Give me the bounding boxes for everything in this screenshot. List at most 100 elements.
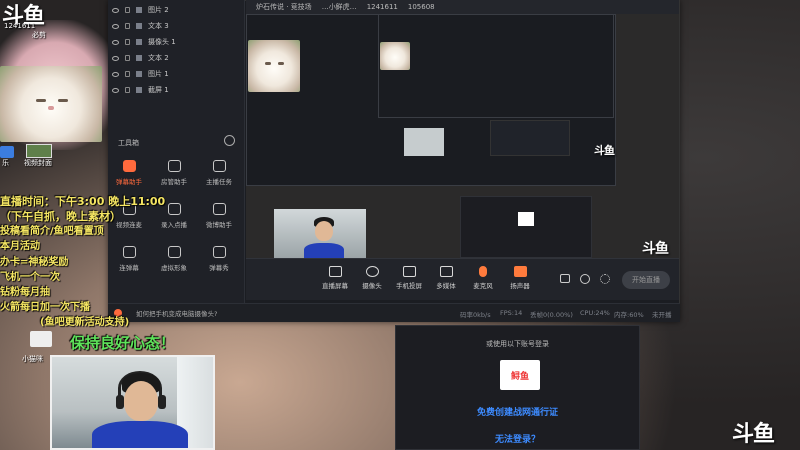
room-id: 1241611	[4, 22, 36, 30]
cat-photo	[0, 66, 102, 142]
lock-icon[interactable]	[125, 87, 130, 93]
lock-icon[interactable]	[125, 71, 130, 77]
lock-icon[interactable]	[125, 23, 130, 29]
overlay-line-3: 投稿看简介/鱼吧看置顶	[0, 226, 104, 237]
start-stream-button[interactable]: 开始直播	[622, 271, 670, 289]
nested-cat-photo-2	[380, 42, 410, 70]
tool-avatar[interactable]: 虚拟形象	[153, 246, 195, 280]
screen-capture-button[interactable]: 直播屏幕	[318, 266, 352, 296]
control-label: 多媒体	[436, 282, 456, 290]
layer-row[interactable]: 图片 1	[112, 66, 242, 82]
clock-icon[interactable]	[580, 274, 590, 284]
preview-login-logo	[518, 212, 534, 226]
good-mood-banner: 保持良好心态！	[70, 334, 176, 352]
preview-douyu-logo: 斗鱼	[642, 241, 669, 257]
mic-icon	[479, 266, 487, 277]
shortcut-label-1: 乐	[2, 159, 9, 167]
layer-row[interactable]: 文本 2	[112, 50, 242, 66]
tool-label: 连弹幕	[119, 264, 139, 272]
layer-name: 文本 3	[148, 22, 169, 30]
video-cover-icon[interactable]	[26, 144, 52, 158]
app-login-button[interactable]: 鲟鱼	[500, 360, 540, 390]
media-icon	[439, 266, 453, 277]
overlay-line-7: 钻粉每月抽	[0, 287, 50, 298]
cant-login-link[interactable]: 无法登录？	[395, 432, 640, 445]
nested-login	[490, 120, 570, 156]
image-layer-icon	[136, 71, 142, 77]
microphone-button[interactable]: 麦克风	[466, 266, 500, 296]
task-icon	[212, 160, 226, 172]
screen-icon	[328, 266, 342, 277]
layer-row[interactable]: 摄像头 1	[112, 34, 242, 50]
schedule-text: 直播时间：下午3:00 晚上11:00	[0, 195, 166, 208]
visibility-icon[interactable]	[112, 71, 119, 77]
toolbox-title: 工具箱	[118, 139, 139, 147]
chat-icon	[122, 246, 136, 258]
danmaku-icon	[122, 160, 136, 172]
settings-gear-icon[interactable]	[600, 274, 610, 284]
overlay-line-4: 本月活动	[0, 241, 40, 252]
nested-douyu-logo: 斗鱼	[594, 144, 615, 157]
phone-icon	[402, 266, 416, 277]
lock-icon[interactable]	[125, 55, 130, 61]
image-layer-icon	[136, 7, 142, 13]
visibility-icon[interactable]	[112, 23, 119, 29]
tool-show[interactable]: 弹幕秀	[198, 246, 240, 280]
tab-game[interactable]: 炉石传说 · 竞技场	[256, 2, 312, 12]
layer-name: 图片 1	[148, 70, 169, 78]
nested-inner-window	[378, 14, 614, 118]
preview-login-panel	[460, 196, 592, 258]
visibility-icon[interactable]	[112, 7, 119, 13]
tab-streamer[interactable]: …小鲜虎…	[322, 2, 357, 12]
small-nickname: 小猫咪	[22, 355, 43, 363]
tool-weibo[interactable]: 微博助手	[198, 203, 240, 237]
show-icon	[212, 246, 226, 258]
visibility-icon[interactable]	[112, 87, 119, 93]
register-link[interactable]: 免费创建战网通行证	[395, 405, 640, 418]
visibility-icon[interactable]	[112, 39, 119, 45]
camera-icon	[365, 266, 379, 277]
tool-room-admin[interactable]: 房管助手	[153, 160, 195, 194]
fps-stat: FPS:14	[500, 309, 523, 317]
layer-row[interactable]: 文本 3	[112, 18, 242, 34]
multimedia-button[interactable]: 多媒体	[429, 266, 463, 296]
lock-icon[interactable]	[125, 7, 130, 13]
live-status: 未开播	[652, 311, 672, 319]
screenshot-layer-icon	[136, 87, 142, 93]
visibility-icon[interactable]	[112, 55, 119, 61]
douyu-watermark: 斗鱼	[732, 421, 775, 447]
more-icon[interactable]	[224, 135, 235, 146]
preview-webcam	[274, 209, 366, 259]
overlay-line-9: (鱼吧更新活动支持)	[40, 317, 130, 328]
control-label: 直播屏幕	[322, 282, 348, 290]
webcam-feed	[50, 355, 215, 450]
control-label: 麦克风	[473, 282, 493, 290]
speaker-button[interactable]: 扬声器	[503, 266, 537, 296]
tool-label: 房管助手	[161, 178, 187, 186]
tool-chat[interactable]: 连弹幕	[108, 246, 150, 280]
layer-row[interactable]: 截屏 1	[112, 82, 242, 98]
control-label: 摄像头	[362, 282, 382, 290]
tool-label: 弹幕秀	[209, 264, 229, 272]
phone-cast-button[interactable]: 手机投屏	[392, 266, 426, 296]
avatar-icon	[167, 246, 181, 258]
tool-danmaku-assistant[interactable]: 弹幕助手	[108, 160, 150, 194]
memory-stat: 内存:60%	[614, 311, 644, 319]
text-layer-icon	[136, 23, 142, 29]
login-prompt: 或使用以下账号登录	[486, 340, 549, 348]
record-icon	[167, 203, 181, 215]
record-icon[interactable]	[560, 274, 570, 283]
control-label: 扬声器	[510, 282, 530, 290]
room-admin-icon	[167, 160, 181, 172]
layer-row[interactable]: 图片 2	[112, 2, 242, 18]
overlay-line-6: 飞机一个一次	[0, 272, 60, 283]
text-layer-icon	[136, 55, 142, 61]
help-question-link[interactable]: 如何把手机变成电脑摄像头?	[136, 308, 217, 318]
camera-layer-icon	[136, 39, 142, 45]
app-icon[interactable]	[0, 146, 14, 158]
lock-icon[interactable]	[125, 39, 130, 45]
weibo-icon	[212, 203, 226, 215]
camera-button[interactable]: 摄像头	[355, 266, 389, 296]
tool-label: 录入点播	[161, 221, 187, 229]
tool-anchor-task[interactable]: 主播任务	[198, 160, 240, 194]
